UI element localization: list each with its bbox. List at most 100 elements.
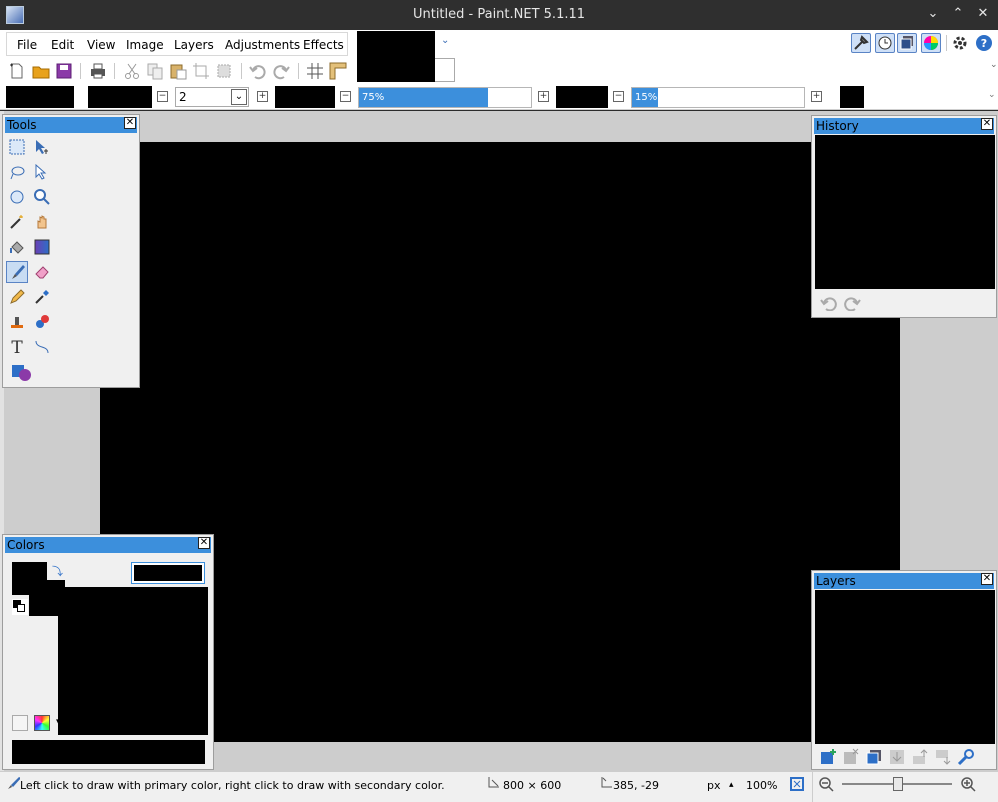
color-wheel-area[interactable] <box>58 587 208 735</box>
gradient-icon[interactable] <box>31 236 53 258</box>
paintbrush-icon[interactable] <box>6 261 28 283</box>
duplicate-layer-icon[interactable] <box>865 748 883 766</box>
blend-mode-box[interactable] <box>840 86 864 108</box>
copy-icon[interactable] <box>146 62 164 80</box>
palette-menu-icon[interactable] <box>34 715 50 731</box>
palette-strip[interactable] <box>12 740 205 764</box>
menu-edit[interactable]: Edit <box>51 38 74 52</box>
shapes-icon[interactable] <box>11 361 33 383</box>
menu-layers[interactable]: Layers <box>174 38 214 52</box>
zoom-slider-thumb[interactable] <box>893 777 903 791</box>
hardness-decrease-button[interactable]: − <box>340 91 351 102</box>
colors-panel-close-button[interactable]: ✕ <box>198 537 210 549</box>
units-dropdown-icon[interactable]: ▴ <box>729 780 734 790</box>
colors-window-toggle-icon[interactable] <box>921 33 941 53</box>
paste-icon[interactable] <box>169 62 187 80</box>
deselect-icon[interactable] <box>215 62 233 80</box>
image-canvas[interactable] <box>100 142 900 742</box>
undo-icon[interactable] <box>249 62 267 80</box>
cut-icon[interactable] <box>123 62 141 80</box>
palette-swatch-empty[interactable] <box>12 715 28 731</box>
brush-width-increase-button[interactable]: + <box>257 91 268 102</box>
menu-adjustments[interactable]: Adjustments <box>225 38 300 52</box>
recolor-icon[interactable] <box>31 311 53 333</box>
print-icon[interactable] <box>89 62 107 80</box>
move-selected-pixels-icon[interactable] <box>31 136 53 158</box>
eraser-icon[interactable] <box>31 261 53 283</box>
layers-panel-close-button[interactable]: ✕ <box>981 573 993 585</box>
clone-stamp-icon[interactable] <box>6 311 28 333</box>
move-layer-up-icon[interactable] <box>911 748 929 766</box>
tools-panel-close-button[interactable]: ✕ <box>124 117 136 129</box>
menu-image[interactable]: Image <box>126 38 164 52</box>
maximize-button[interactable]: ⌃ <box>950 6 966 22</box>
line-curve-icon[interactable] <box>31 336 53 358</box>
zoom-out-icon[interactable] <box>818 776 834 792</box>
lasso-select-icon[interactable] <box>6 161 28 183</box>
move-selection-icon[interactable] <box>31 161 53 183</box>
hardness-increase-button[interactable]: + <box>538 91 549 102</box>
history-panel-close-button[interactable]: ✕ <box>981 118 993 130</box>
open-file-icon[interactable] <box>32 62 50 80</box>
menu-view[interactable]: View <box>87 38 115 52</box>
image-tab-thumbnail[interactable] <box>357 31 435 82</box>
chevron-down-icon[interactable]: ⌄ <box>231 89 247 105</box>
hex-color-field[interactable] <box>131 562 205 584</box>
pixel-grid-icon[interactable] <box>306 62 324 80</box>
layers-window-toggle-icon[interactable] <box>897 33 917 53</box>
layers-list[interactable] <box>815 590 995 744</box>
brush-width-combobox[interactable]: 2 ⌄ <box>175 87 249 107</box>
merge-layer-down-icon[interactable] <box>888 748 906 766</box>
new-image-icon[interactable] <box>8 62 26 80</box>
reset-colors-icon[interactable] <box>12 599 28 615</box>
pencil-icon[interactable] <box>6 286 28 308</box>
color-picker-icon[interactable] <box>31 286 53 308</box>
move-layer-down-icon[interactable] <box>934 748 952 766</box>
rectangle-select-icon[interactable] <box>6 136 28 158</box>
units-selector[interactable]: px <box>707 779 721 792</box>
save-icon[interactable] <box>55 62 73 80</box>
zoom-to-window-icon[interactable] <box>789 776 805 792</box>
status-bar: Left click to draw with primary color, r… <box>0 771 998 802</box>
history-redo-icon[interactable] <box>843 295 861 311</box>
close-button[interactable]: ✕ <box>975 6 991 22</box>
add-layer-icon[interactable] <box>819 748 837 766</box>
tab-list-chevron-icon[interactable]: ⌄ <box>441 35 449 46</box>
crop-to-selection-icon[interactable] <box>192 62 210 80</box>
redo-icon[interactable] <box>272 62 290 80</box>
cursor-position-icon <box>601 777 612 788</box>
magic-wand-icon[interactable] <box>6 211 28 233</box>
history-list[interactable] <box>815 135 995 289</box>
palette-dropdown-icon[interactable]: ▾ <box>56 717 61 727</box>
hardness-slider[interactable]: 75% <box>358 87 532 108</box>
text-tool-icon[interactable]: T <box>6 336 28 358</box>
settings-gear-icon[interactable] <box>951 34 969 52</box>
fill-slider[interactable]: 15% <box>631 87 805 108</box>
fill-decrease-button[interactable]: − <box>613 91 624 102</box>
ellipse-select-icon[interactable] <box>6 186 28 208</box>
options-overflow-icon[interactable]: ⌄ <box>988 90 996 100</box>
tool-option-box[interactable] <box>6 86 74 108</box>
toolbar-overflow-icon[interactable]: ⌄ <box>990 60 998 70</box>
minimize-button[interactable]: ⌄ <box>925 6 941 22</box>
pan-hand-icon[interactable] <box>31 211 53 233</box>
tools-window-toggle-icon[interactable] <box>851 33 871 53</box>
history-undo-icon[interactable] <box>820 295 838 311</box>
help-icon[interactable]: ? <box>975 34 993 52</box>
layer-properties-icon[interactable] <box>957 748 975 766</box>
history-window-toggle-icon[interactable] <box>875 33 895 53</box>
rulers-icon[interactable] <box>329 62 347 80</box>
paint-bucket-icon[interactable] <box>6 236 28 258</box>
menu-effects[interactable]: Effects <box>303 38 344 52</box>
brush-width-decrease-button[interactable]: − <box>157 91 168 102</box>
zoom-in-icon[interactable] <box>960 776 976 792</box>
tools-panel-title: Tools <box>5 117 137 133</box>
fill-increase-button[interactable]: + <box>811 91 822 102</box>
delete-layer-icon[interactable] <box>842 748 860 766</box>
hex-color-value <box>134 565 202 581</box>
paintbrush-status-icon <box>8 777 20 789</box>
zoom-level-value[interactable]: 100% <box>746 779 777 792</box>
menu-file[interactable]: File <box>17 38 37 52</box>
swap-colors-icon[interactable]: ⤵ <box>52 563 63 579</box>
zoom-icon[interactable] <box>31 186 53 208</box>
